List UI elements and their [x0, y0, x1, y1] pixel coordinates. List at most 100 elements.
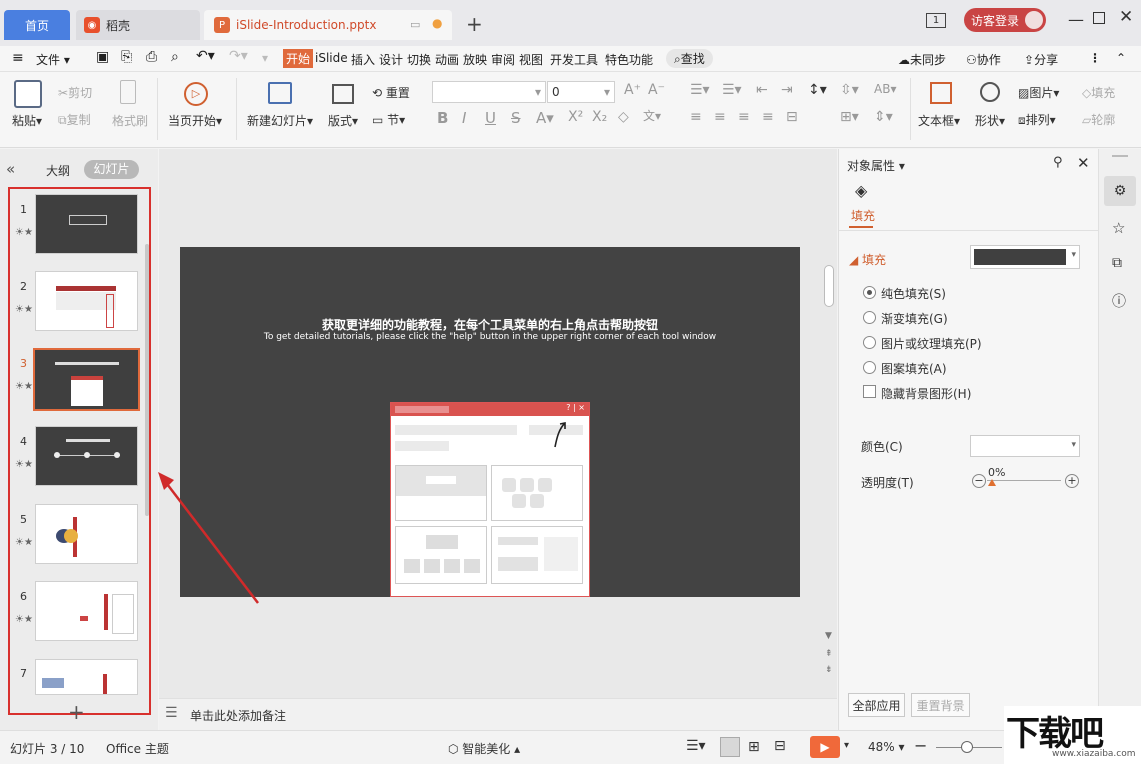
tab-slideshow[interactable]: 放映	[463, 51, 487, 68]
tab-fill[interactable]: 填充	[851, 207, 875, 224]
reset-background-button[interactable]: 重置背景	[911, 693, 970, 717]
font-color-icon[interactable]: A▾	[536, 109, 554, 127]
underline-icon[interactable]: U	[485, 109, 496, 127]
scroll-down-icon[interactable]: ▼	[825, 631, 832, 641]
maximize-icon[interactable]	[1093, 12, 1105, 24]
notes-bar[interactable]: ☰ 单击此处添加备注	[159, 698, 837, 730]
sorter-view-icon[interactable]: ⊞	[748, 739, 760, 755]
tab-view[interactable]: 视图	[519, 51, 543, 68]
color-dropdown[interactable]: ▾	[970, 435, 1080, 457]
slide-thumbnail-5[interactable]	[35, 504, 138, 564]
slide-transition-icon[interactable]: ⧉	[1112, 255, 1122, 271]
collapse-ribbon-icon[interactable]: ⌃	[1116, 51, 1126, 65]
play-slideshow-button[interactable]: ▶	[810, 736, 840, 758]
align-right-icon[interactable]: ≡	[738, 109, 750, 125]
justify-icon[interactable]: ≡	[762, 109, 774, 125]
italic-icon[interactable]: I	[462, 109, 466, 127]
shape-button[interactable]: 形状▾	[975, 112, 1005, 129]
number-list-icon[interactable]: ☰▾	[722, 82, 742, 98]
login-button[interactable]: 访客登录	[964, 8, 1046, 32]
new-tab-plus-icon[interactable]: +	[466, 12, 483, 36]
paste-button[interactable]: 粘贴▾	[12, 112, 42, 129]
fill-section-header[interactable]: ◢ 填充	[849, 251, 886, 268]
tab-outline[interactable]: 大纲	[46, 162, 70, 179]
help-icon[interactable]: ⓘ	[1112, 291, 1126, 311]
hamburger-icon[interactable]: ≡	[12, 50, 24, 66]
notes-toggle-icon[interactable]: ☰▾	[686, 738, 706, 754]
play-options-icon[interactable]: ▾	[844, 740, 849, 751]
slide-thumbnail-7[interactable]	[35, 659, 138, 695]
close-panel-icon[interactable]: ✕	[1077, 154, 1090, 172]
font-name-dropdown[interactable]: ▾	[432, 81, 546, 103]
transparency-slider-track[interactable]	[987, 480, 1061, 481]
redo-icon[interactable]: ↷▾	[229, 48, 248, 64]
superscript-icon[interactable]: X²	[568, 109, 583, 125]
monitor-icon[interactable]: ▭	[410, 18, 420, 31]
window-count-badge[interactable]: 1	[926, 13, 946, 28]
start-from-current-button[interactable]: 当页开始▾	[168, 112, 222, 129]
tab-developer[interactable]: 开发工具	[550, 51, 598, 68]
collab-button[interactable]: ⚇协作	[966, 51, 1001, 68]
indent-icon[interactable]: ⇥	[781, 82, 793, 98]
animation-icon[interactable]: ☆	[1112, 219, 1125, 237]
radio-picture-fill[interactable]	[863, 336, 876, 349]
tab-review[interactable]: 审阅	[491, 51, 515, 68]
line-spacing-icon[interactable]: ↕▾	[808, 82, 827, 98]
bold-icon[interactable]: B	[437, 109, 448, 127]
transparency-decrease-button[interactable]: −	[972, 474, 986, 488]
subscript-icon[interactable]: X₂	[592, 109, 607, 125]
tab-design[interactable]: 设计	[379, 51, 403, 68]
canvas-scrollbar-thumb[interactable]	[824, 265, 834, 307]
increase-font-icon[interactable]: A⁺	[624, 82, 641, 98]
print-icon[interactable]: ⎙	[146, 49, 157, 65]
transparency-increase-button[interactable]: +	[1065, 474, 1079, 488]
tab-home[interactable]: 首页	[4, 10, 70, 40]
properties-icon[interactable]: ⚙	[1104, 176, 1136, 206]
zoom-slider-thumb[interactable]	[961, 741, 973, 753]
undo-icon[interactable]: ↶▾	[196, 48, 215, 64]
slide-thumbnail-4[interactable]	[35, 426, 138, 486]
fill-color-dropdown[interactable]: ▾	[970, 245, 1080, 269]
more-icon[interactable]: ▾	[262, 51, 268, 65]
tab-animation[interactable]: 动画	[435, 51, 459, 68]
text-direction-icon[interactable]: ⇳▾	[840, 82, 859, 98]
paste-icon[interactable]	[14, 80, 42, 108]
more-options-icon[interactable]: ⋮	[1089, 51, 1101, 65]
bullet-list-icon[interactable]: ☰▾	[690, 82, 710, 98]
reset-button[interactable]: ⟲ 重置	[372, 84, 410, 101]
format-painter-button[interactable]: 格式刷	[112, 112, 148, 129]
columns-icon[interactable]: AB▾	[874, 82, 896, 96]
radio-pattern-fill[interactable]	[863, 361, 876, 374]
transparency-slider-thumb[interactable]	[988, 479, 996, 486]
phonetic-icon[interactable]: 文▾	[643, 107, 661, 124]
slide-thumbnail-1[interactable]	[35, 194, 138, 254]
new-slide-button[interactable]: 新建幻灯片▾	[247, 112, 313, 129]
layout-button[interactable]: 版式▾	[328, 112, 358, 129]
reading-view-icon[interactable]: ⊟	[774, 738, 786, 754]
distribute-icon[interactable]: ⊟	[786, 109, 798, 125]
fill-button[interactable]: ◇填充	[1082, 84, 1115, 101]
tab-document[interactable]: P iSlide-Introduction.pptx ▭ ●	[204, 10, 452, 40]
export-icon[interactable]: ⎘	[121, 49, 132, 65]
collapse-panel-icon[interactable]: «	[6, 160, 15, 178]
tab-insert[interactable]: 插入	[351, 51, 375, 68]
zoom-level[interactable]: 48% ▾	[868, 740, 905, 754]
arrange-button[interactable]: ⧈排列▾	[1018, 111, 1056, 128]
slide-thumbnail-6[interactable]	[35, 581, 138, 641]
smart-beautify-button[interactable]: ⬡ 智能美化 ▴	[448, 740, 520, 757]
panel-title[interactable]: 对象属性 ▾	[847, 157, 905, 174]
tab-features[interactable]: 特色功能	[605, 51, 653, 68]
hide-background-checkbox[interactable]	[863, 385, 876, 398]
sync-button[interactable]: ☁未同步	[898, 51, 946, 68]
copy-button[interactable]: ⧉复制	[58, 111, 91, 128]
menu-file[interactable]: 文件 ▾	[36, 51, 70, 68]
prev-page-icon[interactable]: ⇞	[825, 649, 833, 659]
picture-button[interactable]: ▨图片▾	[1018, 84, 1059, 101]
outline-button[interactable]: ▱轮廓	[1082, 111, 1115, 128]
section-button[interactable]: ▭ 节▾	[372, 111, 405, 128]
normal-view-icon[interactable]	[720, 737, 740, 757]
radio-solid-fill[interactable]	[863, 286, 876, 299]
apply-all-button[interactable]: 全部应用	[848, 693, 905, 717]
slide-canvas[interactable]: 获取更详细的功能教程，在每个工具菜单的右上角点击帮助按钮 To get deta…	[180, 247, 800, 597]
font-size-dropdown[interactable]: 0 ▾	[547, 81, 615, 103]
